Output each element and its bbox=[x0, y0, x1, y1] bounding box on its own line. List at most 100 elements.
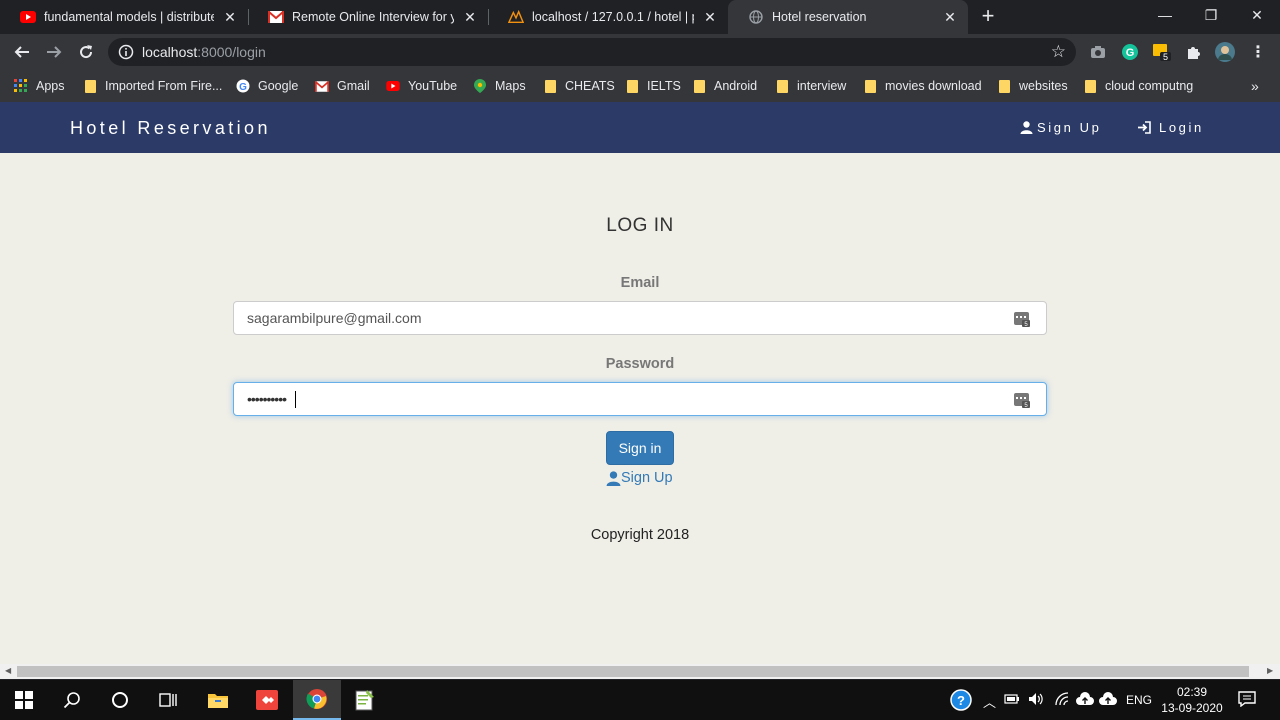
bookmark-imported-from-firefox[interactable]: Imported From Fire... bbox=[83, 76, 222, 96]
browser-tab-hotel-reservation[interactable]: Hotel reservation ✕ bbox=[728, 0, 968, 34]
cortana-button[interactable] bbox=[96, 680, 144, 720]
bookmark-cloud-computng[interactable]: cloud computng bbox=[1083, 76, 1193, 96]
bookmark-label: movies download bbox=[885, 79, 982, 93]
site-brand[interactable]: Hotel Reservation bbox=[70, 118, 271, 139]
text-cursor bbox=[295, 391, 296, 408]
close-tab-icon[interactable]: ✕ bbox=[222, 9, 238, 26]
restore-window-button[interactable]: ❐ bbox=[1188, 0, 1234, 30]
bookmark-youtube[interactable]: YouTube bbox=[386, 76, 457, 96]
bookmark-apps[interactable]: Apps bbox=[14, 76, 65, 96]
tab-title: fundamental models | distributed bbox=[44, 10, 214, 24]
profile-avatar[interactable] bbox=[1215, 42, 1235, 62]
action-center-icon[interactable] bbox=[1238, 691, 1256, 710]
minimize-window-button[interactable]: — bbox=[1142, 0, 1188, 30]
svg-text:?: ? bbox=[957, 693, 965, 708]
help-icon[interactable]: ? bbox=[950, 689, 972, 714]
email-value: sagarambilpure@gmail.com bbox=[247, 310, 422, 326]
folder-icon bbox=[1083, 79, 1097, 93]
scroll-right-icon[interactable]: ▶ bbox=[1267, 666, 1273, 675]
wifi-icon[interactable] bbox=[1053, 692, 1071, 709]
bookmark-ielts[interactable]: IELTS bbox=[625, 76, 681, 96]
cloud-upload-icon[interactable] bbox=[1076, 692, 1094, 709]
more-bookmarks-chevron-icon[interactable]: » bbox=[1251, 76, 1259, 96]
svg-text:G: G bbox=[1126, 47, 1135, 59]
address-bar[interactable]: localhost:8000/login ☆ bbox=[108, 38, 1076, 66]
copyright-text: Copyright 2018 bbox=[590, 527, 690, 543]
bookmark-cheats[interactable]: CHEATS bbox=[543, 76, 615, 96]
input-language-indicator[interactable]: ENG bbox=[1126, 693, 1152, 707]
horizontal-scrollbar[interactable]: ◀ ▶ bbox=[0, 664, 1280, 679]
close-tab-icon[interactable]: ✕ bbox=[942, 9, 958, 26]
browser-menu-icon[interactable]: ⋮ bbox=[1248, 42, 1268, 62]
nav-signup-label: Sign Up bbox=[1037, 120, 1102, 135]
sticky-notes-extension-icon[interactable]: 5 bbox=[1152, 42, 1172, 62]
browser-tab-youtube[interactable]: fundamental models | distributed ✕ bbox=[0, 0, 248, 34]
camera-extension-icon[interactable] bbox=[1088, 42, 1108, 62]
site-info-icon[interactable] bbox=[118, 44, 134, 60]
sign-up-link[interactable]: Sign Up bbox=[606, 470, 673, 486]
scroll-left-icon[interactable]: ◀ bbox=[5, 666, 11, 675]
bookmark-label: Maps bbox=[495, 79, 526, 93]
page-title: LOG IN bbox=[606, 215, 674, 236]
email-field[interactable]: sagarambilpure@gmail.com 5 bbox=[233, 301, 1047, 335]
bookmark-maps[interactable]: Maps bbox=[473, 76, 526, 96]
bookmark-google[interactable]: G Google bbox=[236, 76, 298, 96]
site-navbar: Hotel Reservation Sign Up Login bbox=[0, 102, 1280, 153]
password-value: •••••••••• bbox=[247, 391, 287, 407]
folder-icon bbox=[208, 694, 228, 708]
phpmyadmin-icon bbox=[508, 9, 524, 25]
anydesk-button[interactable] bbox=[243, 680, 291, 720]
close-tab-icon[interactable]: ✕ bbox=[702, 9, 718, 26]
onedrive-icon[interactable] bbox=[1099, 692, 1117, 709]
notepad-plus-button[interactable] bbox=[341, 680, 389, 720]
reload-button[interactable] bbox=[74, 40, 98, 64]
close-window-button[interactable]: ✕ bbox=[1234, 0, 1280, 30]
password-manager-icon[interactable]: 5 bbox=[1013, 310, 1031, 328]
nav-signup-link[interactable]: Sign Up bbox=[1020, 120, 1101, 135]
show-hidden-icons-chevron-icon[interactable]: ︿ bbox=[983, 692, 996, 711]
url-host: localhost bbox=[142, 44, 198, 60]
forward-arrow-icon bbox=[47, 46, 62, 58]
bookmark-label: interview bbox=[797, 79, 847, 93]
volume-icon[interactable] bbox=[1028, 692, 1044, 709]
battery-icon[interactable] bbox=[1004, 693, 1020, 708]
web-page: Hotel Reservation Sign Up Login LOG IN E… bbox=[0, 102, 1280, 664]
task-view-icon bbox=[159, 693, 177, 707]
nav-login-link[interactable]: Login bbox=[1137, 120, 1204, 135]
search-button[interactable] bbox=[48, 680, 96, 720]
bookmark-label: Android bbox=[714, 79, 758, 93]
password-field[interactable]: •••••••••• 5 bbox=[233, 382, 1047, 416]
bookmark-star-icon[interactable]: ☆ bbox=[1051, 42, 1066, 62]
extension-badge: 5 bbox=[1163, 52, 1168, 62]
bookmark-gmail[interactable]: Gmail bbox=[315, 76, 370, 96]
bookmark-label: Imported From Fire... bbox=[105, 79, 223, 93]
globe-icon bbox=[748, 9, 764, 25]
nav-login-label: Login bbox=[1159, 120, 1204, 135]
browser-tab-gmail[interactable]: Remote Online Interview for your ✕ bbox=[248, 0, 488, 34]
bookmark-label: YouTube bbox=[408, 79, 458, 93]
bookmark-movies-download[interactable]: movies download bbox=[863, 76, 982, 96]
chrome-taskbar-button[interactable] bbox=[293, 680, 341, 720]
back-button[interactable] bbox=[10, 40, 34, 64]
bookmark-android[interactable]: Android bbox=[692, 76, 757, 96]
folder-icon bbox=[83, 79, 97, 93]
task-view-button[interactable] bbox=[144, 680, 192, 720]
scrollbar-thumb[interactable] bbox=[17, 666, 1249, 677]
chrome-icon bbox=[306, 689, 327, 709]
bookmark-websites[interactable]: websites bbox=[997, 76, 1068, 96]
start-button[interactable] bbox=[0, 680, 48, 720]
close-tab-icon[interactable]: ✕ bbox=[462, 9, 478, 26]
grammarly-extension-icon[interactable]: G bbox=[1120, 42, 1140, 62]
forward-button[interactable] bbox=[42, 40, 66, 64]
file-explorer-button[interactable] bbox=[194, 680, 242, 720]
new-tab-button[interactable]: + bbox=[976, 5, 1000, 29]
bookmark-interview[interactable]: interview bbox=[775, 76, 846, 96]
password-manager-icon[interactable]: 5 bbox=[1013, 391, 1031, 409]
system-clock[interactable]: 02:39 13-09-2020 bbox=[1160, 684, 1224, 716]
extensions-puzzle-icon[interactable] bbox=[1184, 42, 1204, 62]
youtube-icon bbox=[386, 79, 400, 93]
browser-tab-phpmyadmin[interactable]: localhost / 127.0.0.1 / hotel | php ✕ bbox=[488, 0, 728, 34]
sign-in-button[interactable]: Sign in bbox=[606, 431, 674, 465]
folder-icon bbox=[625, 79, 639, 93]
apps-grid-icon bbox=[14, 79, 28, 93]
